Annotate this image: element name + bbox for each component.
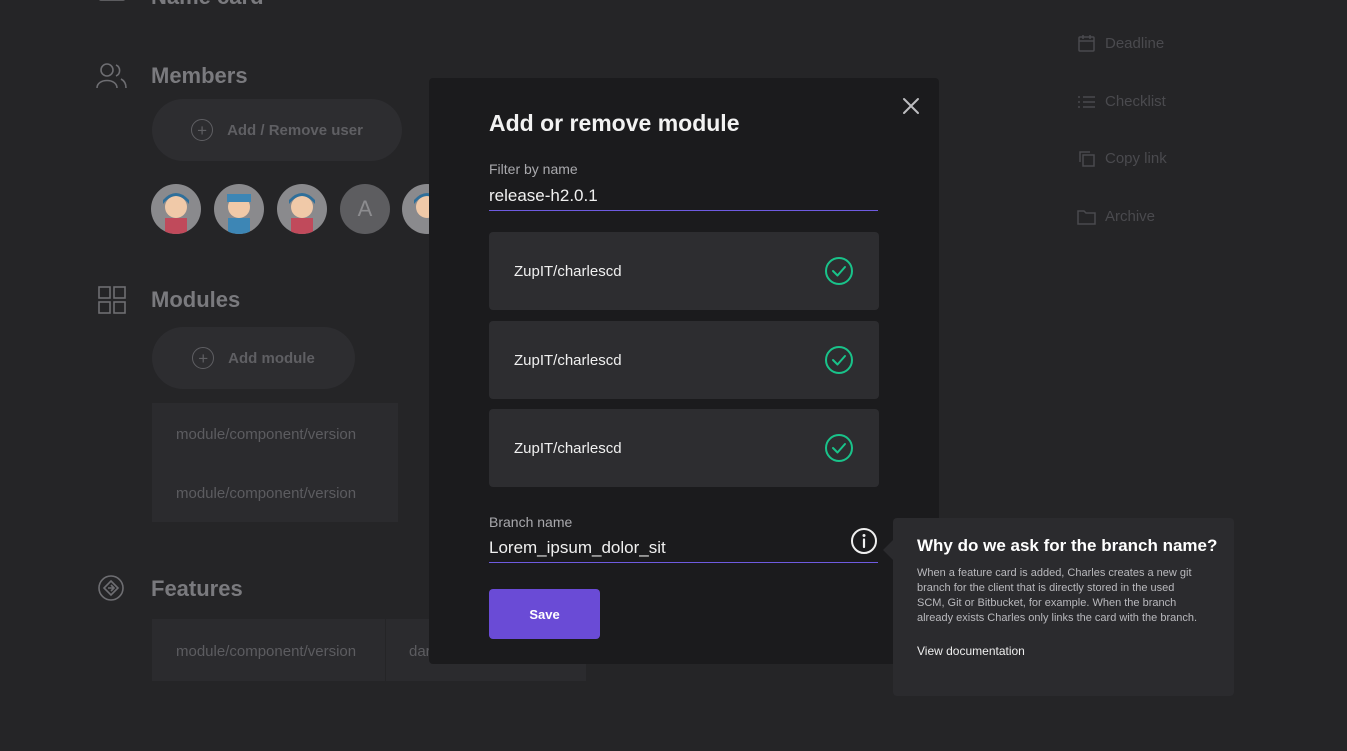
avatar-initial[interactable]: A (340, 184, 390, 234)
features-title: Features (151, 576, 243, 601)
feature-item-label: module/component/version (176, 643, 357, 660)
add-module-button[interactable]: + Add module (152, 327, 355, 389)
features-icon (96, 573, 126, 608)
add-remove-user-label: Add / Remove user (227, 121, 363, 139)
name-card-title: Name card (151, 0, 264, 10)
avatar[interactable] (214, 184, 264, 234)
plus-circle-icon: + (191, 119, 214, 141)
close-icon[interactable] (901, 96, 921, 116)
modules-grid-icon (97, 285, 127, 320)
add-remove-module-modal: Add or remove module Filter by name ZupI… (429, 78, 939, 664)
module-list-item[interactable]: module/component/version (176, 426, 356, 443)
check-circle-icon[interactable] (824, 256, 854, 286)
module-option[interactable]: ZupIT/charlescd (489, 232, 879, 310)
view-documentation-link[interactable]: View documentation (917, 644, 1210, 658)
modal-title: Add or remove module (489, 110, 740, 136)
tooltip-title: Why do we ask for the branch name? (917, 536, 1218, 555)
module-list (152, 403, 398, 522)
module-option-label: ZupIT/charlescd (514, 351, 622, 369)
check-circle-icon[interactable] (824, 433, 854, 463)
branch-info-tooltip: Why do we ask for the branch name? When … (883, 518, 1234, 696)
module-option-label: ZupIT/charlescd (514, 262, 622, 280)
module-option[interactable]: ZupIT/charlescd (489, 409, 879, 487)
filter-label: Filter by name (489, 161, 578, 177)
checklist-menu-item[interactable]: Checklist (1077, 92, 1166, 111)
archive-menu-item[interactable]: Archive (1077, 207, 1155, 226)
module-option[interactable]: ZupIT/charlescd (489, 321, 879, 399)
feature-item-label: dar (409, 643, 431, 660)
copy-link-menu-item[interactable]: Copy link (1077, 149, 1167, 168)
members-title: Members (151, 63, 248, 88)
plus-circle-icon: + (192, 347, 215, 369)
add-remove-user-button[interactable]: + Add / Remove user (152, 99, 402, 161)
branch-label: Branch name (489, 514, 573, 530)
module-list-item[interactable]: module/component/version (176, 485, 356, 502)
members-icon (95, 60, 129, 95)
check-circle-icon[interactable] (824, 345, 854, 375)
add-module-label: Add module (228, 349, 315, 367)
folder-icon (1077, 210, 1096, 225)
filter-input[interactable] (489, 182, 878, 211)
avatar[interactable] (277, 184, 327, 234)
branch-name-input[interactable] (489, 534, 878, 563)
save-button[interactable]: Save (489, 589, 600, 639)
avatar[interactable] (151, 184, 201, 234)
module-option-label: ZupIT/charlescd (514, 439, 622, 457)
copy-icon (1079, 151, 1095, 167)
calendar-icon (1078, 35, 1095, 52)
info-icon[interactable] (850, 527, 878, 555)
modules-title: Modules (151, 287, 241, 312)
tooltip-body: When a feature card is added, Charles cr… (917, 567, 1198, 624)
deadline-menu-item[interactable]: Deadline (1077, 34, 1164, 53)
list-icon (1078, 96, 1095, 108)
name-card-icon (97, 0, 127, 9)
